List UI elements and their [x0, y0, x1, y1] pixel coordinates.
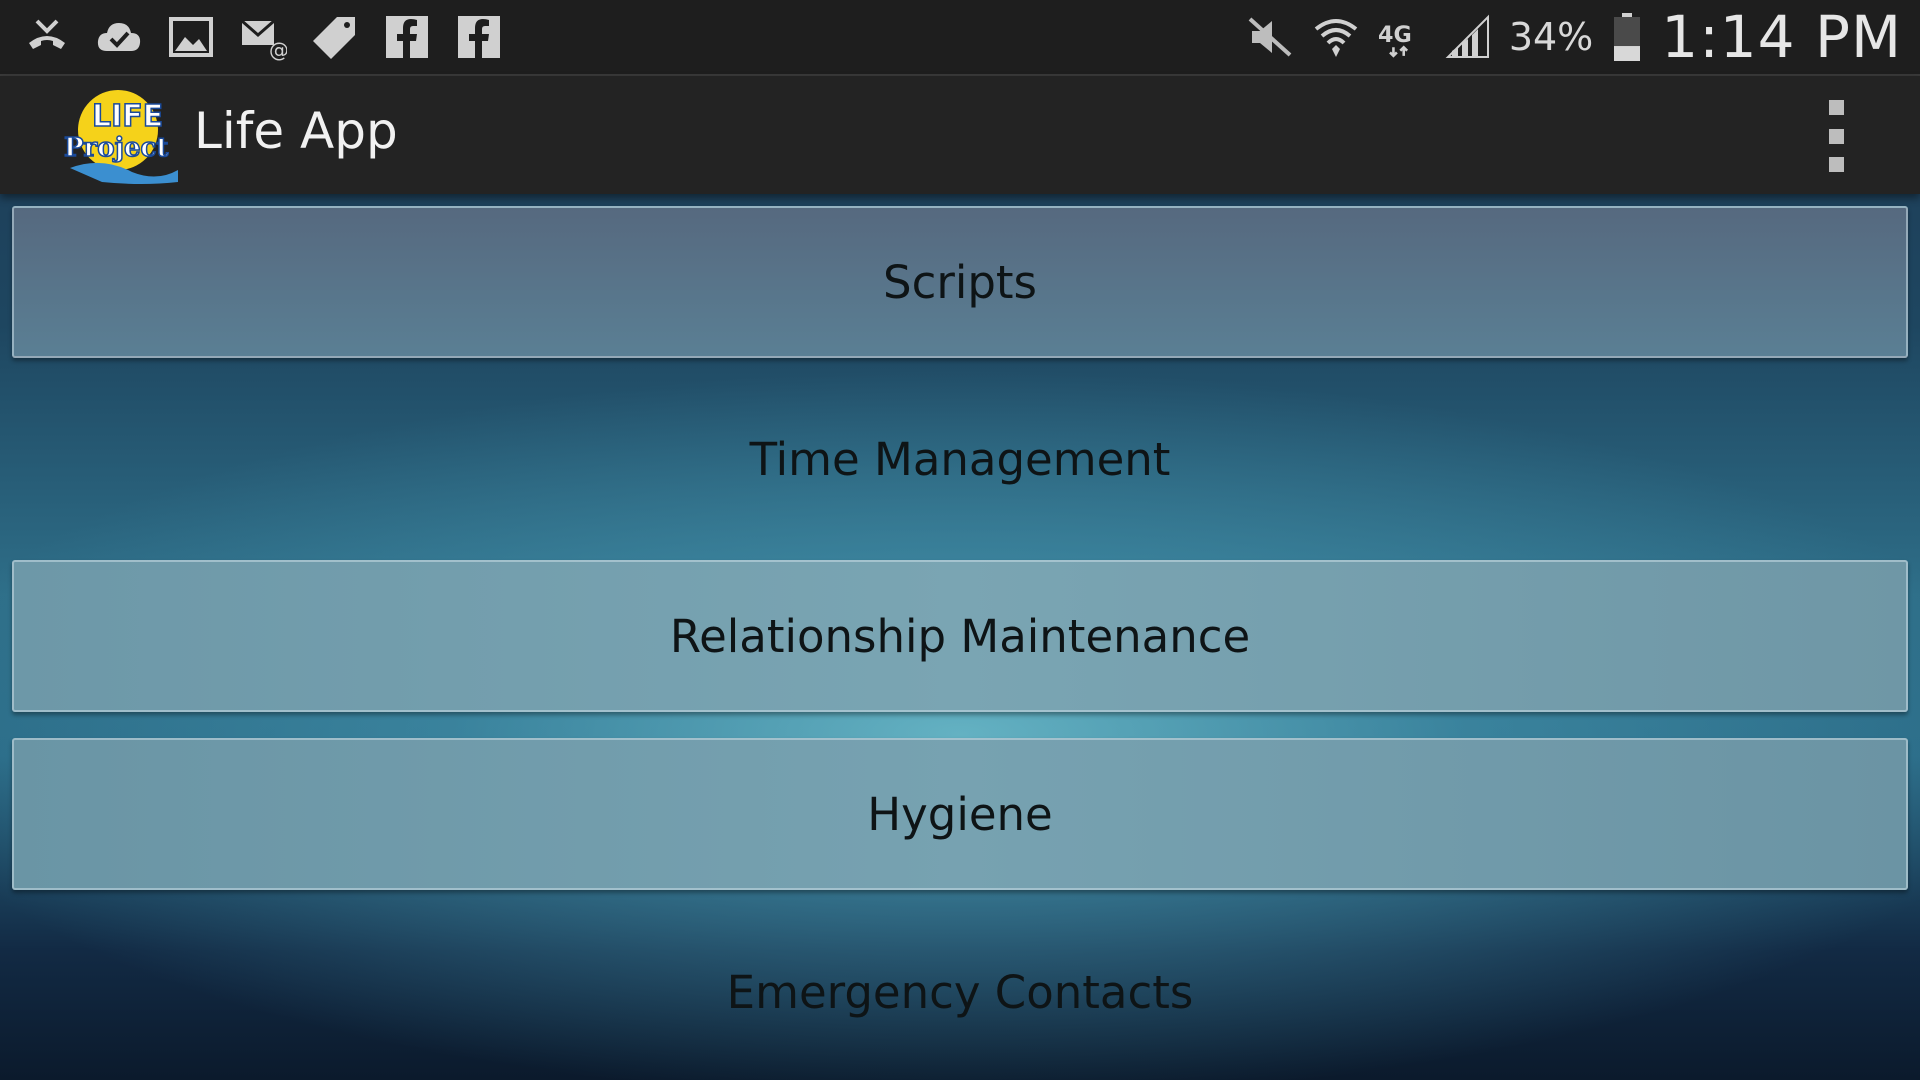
- overflow-dot: [1828, 128, 1844, 144]
- mute-icon: [1245, 12, 1295, 62]
- gallery-icon: [166, 12, 216, 62]
- logo-text-top: LIFE: [92, 99, 163, 134]
- overflow-menu-icon[interactable]: [1824, 100, 1848, 172]
- missed-call-icon: [22, 12, 72, 62]
- battery-icon: [1609, 12, 1645, 62]
- main-menu: Scripts Time Management Relationship Mai…: [0, 194, 1920, 1080]
- signal-icon: [1443, 12, 1493, 62]
- network-type-label: 4G: [1378, 22, 1412, 48]
- svg-text:@: @: [269, 38, 287, 61]
- tag-icon: [310, 12, 360, 62]
- notification-icons: @: [0, 12, 504, 62]
- emergency-contacts-button[interactable]: Emergency Contacts: [0, 904, 1920, 1080]
- clock: 1:14 PM: [1661, 3, 1902, 71]
- scripts-button[interactable]: Scripts: [12, 206, 1908, 358]
- wifi-icon: [1311, 12, 1361, 62]
- logo-text-bottom: Project: [64, 133, 168, 163]
- app-title: Life App: [194, 102, 398, 160]
- overflow-dot: [1828, 100, 1844, 115]
- facebook-icon: [454, 12, 504, 62]
- app-logo[interactable]: LIFE Project: [62, 86, 180, 186]
- email-icon: @: [238, 12, 288, 62]
- battery-percent: 34%: [1508, 15, 1594, 59]
- 4g-lte-icon: 4G: [1377, 12, 1427, 62]
- time-management-button[interactable]: Time Management: [0, 370, 1920, 548]
- action-bar: LIFE Project Life App: [0, 76, 1920, 194]
- facebook-icon: [382, 12, 432, 62]
- status-bar: @ 4G 34% 1:14 PM: [0, 0, 1920, 76]
- overflow-dot: [1828, 157, 1844, 172]
- cloud-check-icon: [94, 12, 144, 62]
- hygiene-button[interactable]: Hygiene: [12, 738, 1908, 890]
- relationship-maintenance-button[interactable]: Relationship Maintenance: [12, 560, 1908, 712]
- system-indicators: 4G 34% 1:14 PM: [1245, 3, 1920, 71]
